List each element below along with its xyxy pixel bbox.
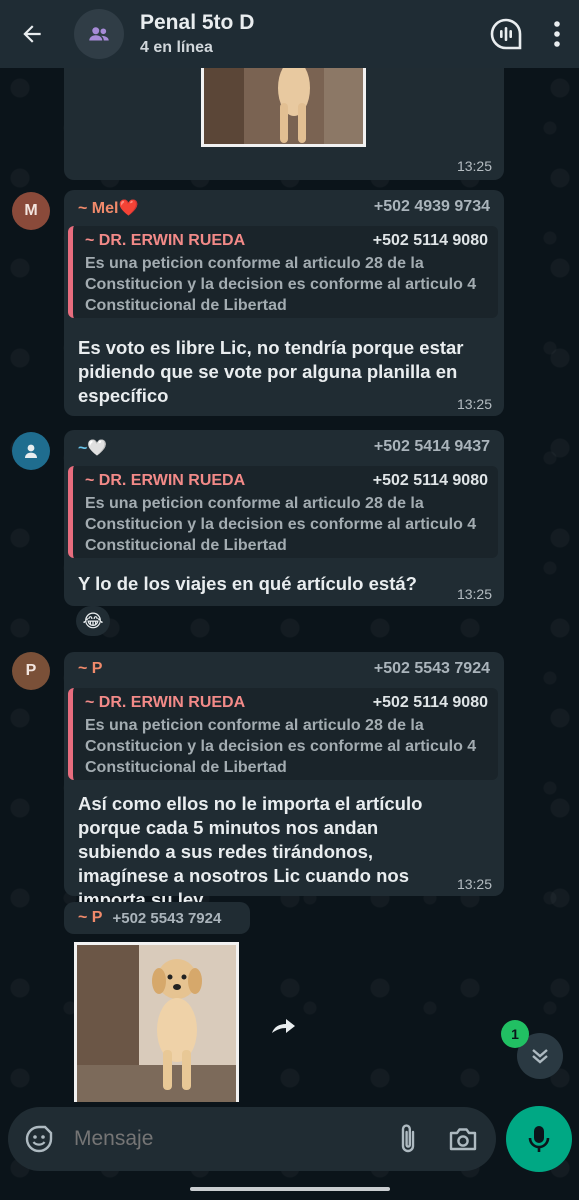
person-icon <box>25 444 37 458</box>
avatar[interactable]: P <box>12 652 50 690</box>
sender-name[interactable]: ~🤍 <box>78 438 107 458</box>
message-image[interactable] <box>201 58 366 147</box>
attach-button[interactable] <box>386 1107 430 1171</box>
forward-button[interactable] <box>264 1006 304 1046</box>
image-message[interactable]: ~ P +502 5543 7924 <box>64 902 250 1102</box>
group-avatar[interactable] <box>74 9 124 59</box>
quote-text: Es una peticion conforme al articulo 28 … <box>85 495 477 554</box>
avatar[interactable] <box>12 432 50 470</box>
quoted-message[interactable]: ~ DR. ERWIN RUEDA +502 5114 9080 Es una … <box>68 688 498 780</box>
home-indicator[interactable] <box>190 1187 390 1191</box>
chevron-down-icon <box>532 1049 548 1064</box>
message-input[interactable] <box>74 1127 386 1151</box>
message-time: 13:25 <box>456 158 492 174</box>
more-vert-icon <box>554 21 560 47</box>
sender-phone[interactable]: +502 4939 9734 <box>374 198 490 218</box>
mic-icon <box>528 1126 550 1152</box>
sender-name[interactable]: ~ P <box>78 909 102 927</box>
group-icon <box>89 27 109 41</box>
message-time: 13:25 <box>456 586 492 602</box>
quote-text: Es una peticion conforme al articulo 28 … <box>85 717 477 776</box>
sticker-button[interactable] <box>8 1107 70 1171</box>
message-text: Y lo de los viajes en qué artículo está? <box>78 573 417 594</box>
image-message[interactable]: 13:25 <box>64 58 504 180</box>
chat-title-block[interactable]: Penal 5to D 4 en línea <box>140 11 254 57</box>
message-bubble[interactable]: ~ P +502 5543 7924 ~ DR. ERWIN RUEDA +50… <box>64 652 504 910</box>
message-text: Es voto es libre Lic, no tendría porque … <box>78 337 464 406</box>
sender-phone[interactable]: +502 5543 7924 <box>374 660 490 678</box>
back-arrow-icon <box>23 25 41 43</box>
sticker-icon <box>25 1125 53 1153</box>
avatar-letter: M <box>24 202 38 219</box>
attach-icon <box>401 1124 415 1153</box>
dog-image-icon <box>204 58 363 144</box>
reaction-badge[interactable]: 😂 <box>76 606 110 636</box>
dog-image-icon <box>77 945 236 1102</box>
voice-record-button[interactable] <box>506 1106 572 1172</box>
chat-title: Penal 5to D <box>140 11 255 34</box>
sender-phone[interactable]: +502 5543 7924 <box>112 910 221 927</box>
quote-phone: +502 5114 9080 <box>372 472 488 489</box>
avatar-letter: P <box>25 662 37 679</box>
quote-text: Es una peticion conforme al articulo 28 … <box>85 255 477 314</box>
more-options-button[interactable] <box>547 19 567 49</box>
quoted-message[interactable]: ~ DR. ERWIN RUEDA +502 5114 9080 Es una … <box>68 466 498 558</box>
voice-chat-icon <box>490 18 522 50</box>
image-sender-row: ~ P +502 5543 7924 <box>64 902 250 934</box>
online-status: 4 en línea <box>140 39 213 56</box>
unread-count-badge: 1 <box>501 1020 529 1048</box>
forward-icon <box>272 1019 295 1033</box>
chat-header: Penal 5to D 4 en línea <box>0 0 579 68</box>
message-time: 13:25 <box>456 876 492 892</box>
reaction-emoji: 😂 <box>82 610 104 631</box>
quote-author: ~ DR. ERWIN RUEDA <box>85 694 246 711</box>
message-text: Así como ellos no le importa el artículo… <box>78 793 423 910</box>
sender-name[interactable]: ~ P <box>78 660 102 678</box>
voice-chat-button[interactable] <box>489 17 523 51</box>
quote-phone: +502 5114 9080 <box>372 232 488 249</box>
sender-name[interactable]: ~ Mel❤️ <box>78 198 138 218</box>
back-button[interactable] <box>0 0 64 68</box>
avatar[interactable]: M <box>12 192 50 230</box>
quoted-message[interactable]: ~ DR. ERWIN RUEDA +502 5114 9080 Es una … <box>68 226 498 318</box>
quote-author: ~ DR. ERWIN RUEDA <box>85 232 246 249</box>
quote-phone: +502 5114 9080 <box>372 694 488 711</box>
quote-author: ~ DR. ERWIN RUEDA <box>85 472 246 489</box>
message-image[interactable] <box>74 942 239 1102</box>
sender-phone[interactable]: +502 5414 9437 <box>374 438 490 458</box>
camera-icon <box>449 1128 477 1151</box>
message-composer <box>8 1107 496 1171</box>
message-bubble[interactable]: ~ Mel❤️ +502 4939 9734 ~ DR. ERWIN RUEDA… <box>64 190 504 416</box>
message-time: 13:25 <box>456 396 492 412</box>
camera-button[interactable] <box>430 1107 496 1171</box>
message-bubble[interactable]: ~🤍 +502 5414 9437 ~ DR. ERWIN RUEDA +502… <box>64 430 504 606</box>
